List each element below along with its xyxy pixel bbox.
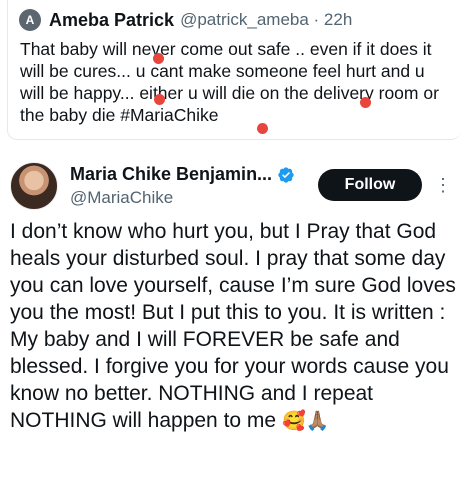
quoted-tweet-text: That baby will never come out safe .. ev… (20, 39, 439, 125)
avatar[interactable] (10, 162, 58, 210)
author-handle[interactable]: @MariaChike (70, 188, 173, 208)
quoted-avatar[interactable]: A (19, 9, 41, 31)
main-tweet: Maria Chike Benjamin... @MariaChike Foll… (0, 140, 461, 498)
follow-button[interactable]: Follow (318, 169, 422, 201)
quoted-handle-time: @patrick_ameba · 22h (180, 10, 353, 29)
author-name[interactable]: Maria Chike Benjamin... (70, 164, 272, 185)
red-mark (257, 123, 268, 134)
red-mark (154, 94, 165, 105)
red-mark (360, 97, 371, 108)
more-options-icon[interactable]: ⋮ (433, 172, 453, 198)
red-mark (153, 53, 164, 64)
verified-badge-icon (277, 166, 295, 184)
emoji-icons: 🥰🙏🏽 (281, 411, 330, 432)
quoted-author-name[interactable]: Ameba Patrick (49, 10, 174, 31)
quoted-tweet[interactable]: A Ameba Patrick @patrick_ameba · 22h Tha… (7, 0, 461, 140)
quoted-tweet-header: A Ameba Patrick @patrick_ameba · 22h (19, 9, 352, 31)
author-name-row: Maria Chike Benjamin... (70, 164, 295, 185)
tweet-body: I don’t know who hurt you, but I Pray th… (10, 220, 456, 432)
tweet-text: I don’t know who hurt you, but I Pray th… (10, 218, 456, 435)
